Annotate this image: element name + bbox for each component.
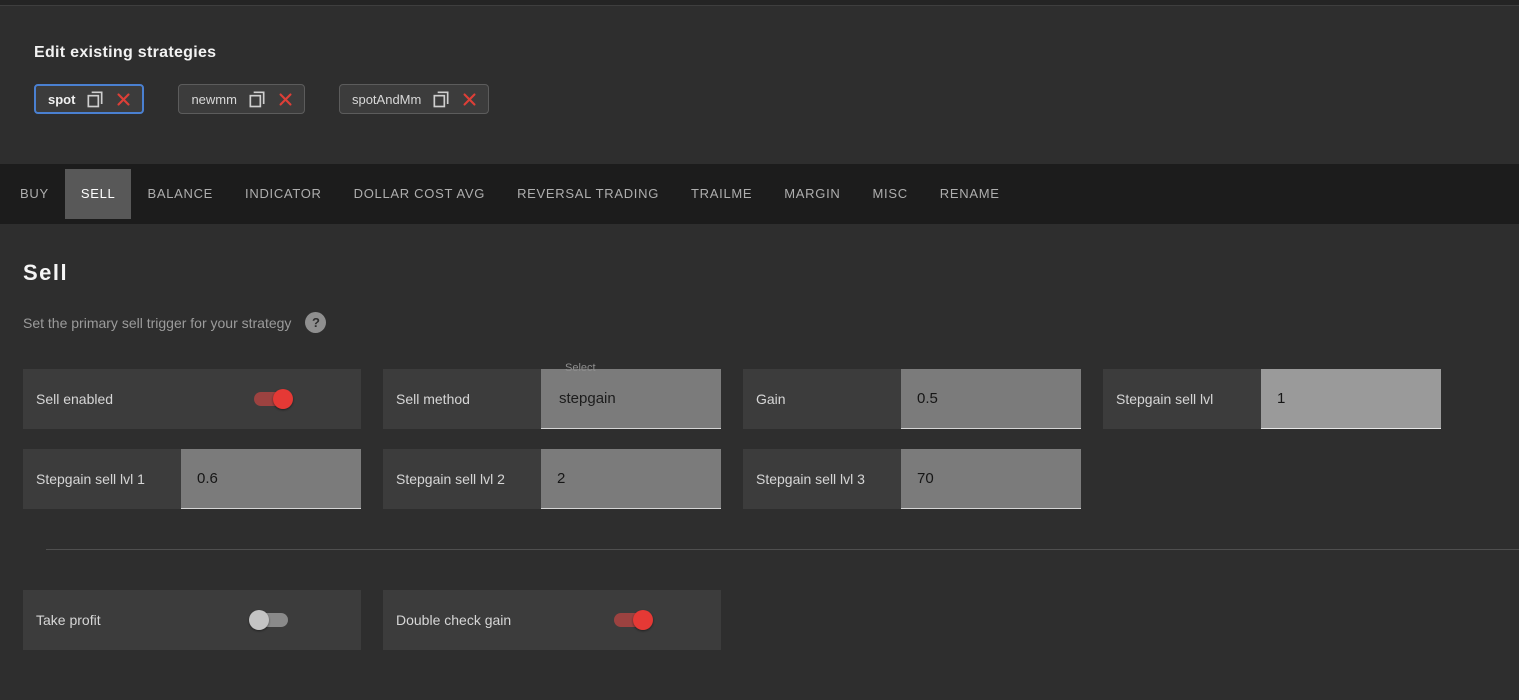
field-label: Gain	[756, 391, 786, 407]
tab-balance[interactable]: BALANCE	[131, 169, 229, 219]
toggle-zone	[541, 590, 721, 650]
toggle-zone	[181, 369, 361, 429]
double-check-gain-toggle[interactable]	[608, 608, 654, 632]
field-label: Stepgain sell lvl 3	[756, 471, 865, 487]
strategy-name: newmm	[191, 91, 237, 107]
field-label: Stepgain sell lvl 2	[396, 471, 505, 487]
stepgain-sell-lvl-2-input[interactable]	[541, 449, 721, 509]
strategy-chip-spot[interactable]: spot	[34, 84, 145, 114]
field-stepgain-sell-lvl-3: Stepgain sell lvl 3	[743, 449, 1081, 509]
toggle-zone	[181, 590, 361, 650]
page-subtitle: Set the primary sell trigger for your st…	[23, 314, 292, 331]
delete-strategy-icon[interactable]	[461, 91, 478, 108]
toggle-thumb	[249, 610, 269, 630]
copy-strategy-icon[interactable]	[85, 89, 105, 109]
field-stepgain-sell-lvl-2: Stepgain sell lvl 2	[383, 449, 721, 509]
tab-dollar-cost-avg[interactable]: DOLLAR COST AVG	[338, 169, 501, 219]
copy-strategy-icon[interactable]	[431, 89, 451, 109]
stepgain-sell-lvl-1-input[interactable]	[181, 449, 361, 509]
help-icon[interactable]: ?	[305, 312, 327, 333]
field-label: Stepgain sell lvl 1	[36, 471, 145, 487]
tab-indicator[interactable]: INDICATOR	[229, 169, 338, 219]
sell-method-select[interactable]: Select stepgain	[541, 362, 721, 429]
field-label: Double check gain	[396, 612, 512, 628]
tab-rename[interactable]: RENAME	[924, 169, 1016, 219]
tab-misc[interactable]: MISC	[856, 169, 923, 219]
field-label: Take profit	[36, 612, 101, 628]
select-floating-label: Select	[565, 362, 596, 374]
delete-strategy-icon[interactable]	[115, 91, 132, 108]
strategy-chip-newmm[interactable]: newmm	[178, 84, 305, 114]
take-profit-toggle[interactable]	[248, 608, 294, 632]
strategy-settings-tab-bar: BUY SELL BALANCE INDICATOR DOLLAR COST A…	[0, 164, 1519, 224]
tab-trailme[interactable]: TRAILME	[675, 169, 768, 219]
tab-buy[interactable]: BUY	[4, 169, 65, 219]
section-divider	[46, 549, 1519, 550]
strategy-name: spot	[48, 91, 76, 107]
field-sell-method: Sell method Select stepgain	[383, 362, 721, 429]
strategies-section: Edit existing strategies spot newmm spot…	[0, 6, 1519, 164]
sell-method-value: stepgain	[559, 390, 616, 407]
field-label: Sell enabled	[36, 391, 114, 407]
field-double-check-gain: Double check gain	[383, 590, 721, 650]
toggle-thumb	[273, 389, 293, 409]
strategy-chip-spotandmm[interactable]: spotAndMm	[338, 84, 490, 114]
field-stepgain-sell-lvl: Stepgain sell lvl	[1103, 369, 1441, 429]
toggle-thumb	[633, 610, 653, 630]
sell-enabled-toggle[interactable]	[248, 387, 294, 411]
edit-strategies-heading: Edit existing strategies	[34, 44, 217, 61]
delete-strategy-icon[interactable]	[277, 91, 294, 108]
strategy-name: spotAndMm	[351, 91, 422, 107]
field-sell-enabled: Sell enabled	[23, 369, 361, 429]
stepgain-sell-lvl-input[interactable]	[1261, 369, 1441, 429]
field-take-profit: Take profit	[23, 590, 361, 650]
stepgain-sell-lvl-3-input[interactable]	[901, 449, 1081, 509]
field-label: Sell method	[396, 391, 470, 407]
subtitle-row: Set the primary sell trigger for your st…	[23, 312, 1519, 333]
field-stepgain-sell-lvl-1: Stepgain sell lvl 1	[23, 449, 361, 509]
copy-strategy-icon[interactable]	[247, 89, 267, 109]
field-gain: Gain	[743, 369, 1081, 429]
sell-settings-panel: Sell Set the primary sell trigger for yo…	[0, 260, 1519, 650]
strategy-chip-row: spot newmm spotAndMm	[34, 84, 1519, 114]
secondary-fields-grid: Take profit Double check gain	[23, 590, 1519, 650]
gain-input[interactable]	[901, 369, 1081, 429]
tab-reversal-trading[interactable]: REVERSAL TRADING	[501, 169, 675, 219]
field-label: Stepgain sell lvl	[1116, 391, 1214, 407]
page-title: Sell	[23, 260, 69, 285]
tab-margin[interactable]: MARGIN	[768, 169, 856, 219]
tab-sell[interactable]: SELL	[64, 169, 132, 219]
sell-fields-grid: Sell enabled Sell method Select stepgain…	[23, 362, 1519, 509]
